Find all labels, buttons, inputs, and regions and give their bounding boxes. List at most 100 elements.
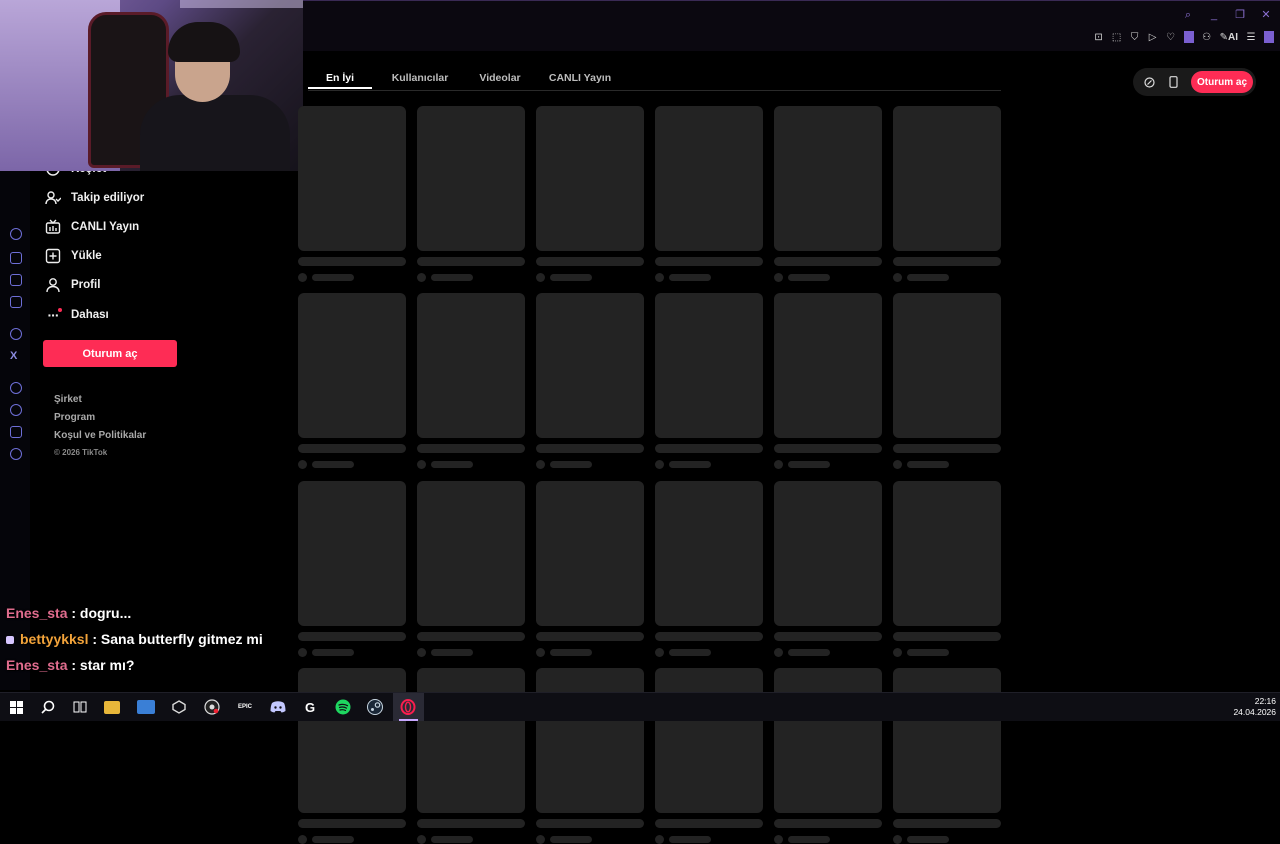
search-icon[interactable] <box>38 697 58 717</box>
upload-icon <box>45 248 61 264</box>
tab-live[interactable]: CANLI Yayın <box>544 66 616 89</box>
avatar-placeholder <box>536 648 545 657</box>
unity-icon[interactable] <box>169 697 189 717</box>
profile-icon <box>45 277 61 293</box>
caption-placeholder <box>417 444 525 453</box>
spotify-icon[interactable] <box>333 697 353 717</box>
footer-link-terms[interactable]: Koşul ve Politikalar <box>54 430 146 441</box>
thumbnail-placeholder <box>774 481 882 626</box>
heart-icon[interactable]: ♡ <box>1166 32 1176 43</box>
x-icon[interactable]: X <box>10 350 22 362</box>
ai-icon[interactable]: ✎AI <box>1220 32 1238 43</box>
video-card-skeleton <box>774 293 882 469</box>
task-view-icon[interactable] <box>70 697 90 717</box>
sidebar-login-button[interactable]: Oturum aç <box>43 340 177 367</box>
pin-icon[interactable]: ⊡ <box>1094 32 1104 43</box>
author-placeholder <box>893 273 1001 282</box>
sidebar-item-following[interactable]: Takip ediliyor <box>45 186 144 210</box>
sidebar-item-more[interactable]: ··· Dahası <box>45 303 109 327</box>
author-placeholder <box>536 460 644 469</box>
username-placeholder <box>550 274 592 281</box>
caption-placeholder <box>774 632 882 641</box>
tab-users[interactable]: Kullanıcılar <box>388 66 452 89</box>
extensions-icon[interactable] <box>10 426 22 438</box>
username-placeholder <box>312 836 354 843</box>
avatar-placeholder <box>893 648 902 657</box>
username-placeholder <box>431 461 473 468</box>
avatar-placeholder <box>655 273 664 282</box>
thumbnail-placeholder <box>298 481 406 626</box>
thumbnail-placeholder <box>774 668 882 813</box>
thumbnail-placeholder <box>536 293 644 438</box>
footer-link-company[interactable]: Şirket <box>54 394 82 405</box>
author-placeholder <box>298 460 406 469</box>
bag-icon[interactable] <box>10 252 22 264</box>
username-placeholder <box>431 649 473 656</box>
phone-icon[interactable] <box>1165 74 1181 90</box>
menu-icon[interactable]: ☰ <box>1246 32 1256 43</box>
username-placeholder <box>907 836 949 843</box>
webcam-overlay <box>0 0 303 171</box>
shield-icon[interactable]: ⛉ <box>1130 32 1140 43</box>
sidebar-item-profile[interactable]: Profil <box>45 273 100 297</box>
steam-icon[interactable] <box>365 697 385 717</box>
settings-icon[interactable] <box>10 448 22 460</box>
caption-placeholder <box>417 819 525 828</box>
author-placeholder <box>774 273 882 282</box>
player-icon[interactable] <box>10 382 22 394</box>
author-placeholder <box>774 835 882 844</box>
video-card-skeleton <box>655 106 763 282</box>
avatar-placeholder <box>774 273 783 282</box>
tab-top[interactable]: En İyi <box>308 66 372 89</box>
username-placeholder <box>907 649 949 656</box>
speed-dial-icon[interactable] <box>10 228 22 240</box>
video-card-skeleton <box>298 106 406 282</box>
username-placeholder <box>669 461 711 468</box>
file-explorer-icon[interactable] <box>104 701 120 714</box>
g-app-icon[interactable]: G <box>300 697 320 717</box>
caption-placeholder <box>655 819 763 828</box>
tab-videos[interactable]: Videolar <box>473 66 527 89</box>
thumbnail-placeholder <box>417 668 525 813</box>
epic-games-icon[interactable]: EPIC <box>235 697 255 717</box>
username-placeholder <box>669 274 711 281</box>
author-placeholder <box>655 648 763 657</box>
discord-icon[interactable] <box>268 697 288 717</box>
messenger-icon[interactable] <box>10 296 22 308</box>
close-icon[interactable]: ✕ <box>1260 9 1272 21</box>
screenshot-icon[interactable]: ⬚ <box>1112 32 1122 43</box>
coin-icon[interactable] <box>1141 74 1157 90</box>
system-clock[interactable]: 22:16 24.04.2026 <box>1233 696 1276 718</box>
chat-message: Enes_sta : star mı? <box>6 657 134 673</box>
windows-icon[interactable] <box>6 697 26 717</box>
sidebar-item-label: CANLI Yayın <box>71 221 140 233</box>
footer-link-program[interactable]: Program <box>54 412 95 423</box>
sidebar-item-live[interactable]: CANLI Yayın <box>45 215 139 239</box>
twitch-icon[interactable] <box>10 274 22 286</box>
search-icon[interactable]: ⌕ <box>1182 9 1194 21</box>
opera-gx-icon[interactable] <box>398 697 418 717</box>
thumbnail-placeholder <box>655 668 763 813</box>
chat-message: Enes_sta : dogru... <box>6 605 131 621</box>
obs-icon[interactable] <box>202 697 222 717</box>
username-placeholder <box>312 649 354 656</box>
account-icon[interactable]: ⚇ <box>1202 32 1212 43</box>
history-icon[interactable] <box>10 404 22 416</box>
avatar-placeholder <box>417 648 426 657</box>
restore-icon[interactable]: ❐ <box>1234 9 1246 21</box>
whatsapp-icon[interactable] <box>10 328 22 340</box>
ai-label: AI <box>1228 31 1238 43</box>
chat-text: : Sana butterfly gitmez mi <box>88 631 263 647</box>
ceiling-light <box>180 0 303 8</box>
header-login-button[interactable]: Oturum aç <box>1191 71 1253 93</box>
sidebar-item-label: Profil <box>71 279 101 291</box>
thumbnail-placeholder <box>893 106 1001 251</box>
video-card-skeleton <box>417 293 525 469</box>
play-icon[interactable]: ▷ <box>1148 32 1158 43</box>
thumbnail-placeholder <box>536 668 644 813</box>
sidebar-item-upload[interactable]: Yükle <box>45 244 102 268</box>
author-placeholder <box>536 273 644 282</box>
minimize-icon[interactable]: _ <box>1208 9 1220 21</box>
app-icon[interactable] <box>137 700 155 714</box>
username-placeholder <box>431 836 473 843</box>
